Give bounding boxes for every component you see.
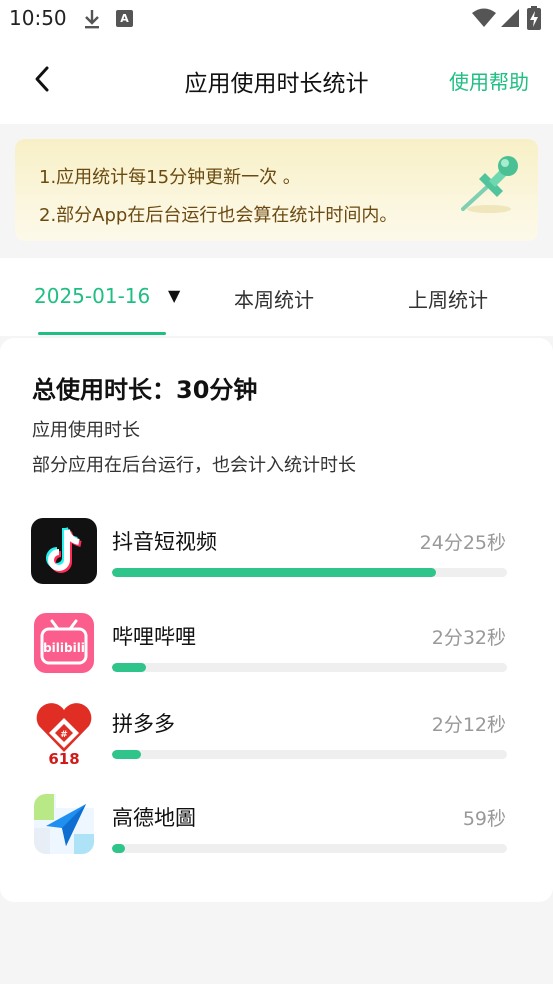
app-duration: 24分25秒 (419, 532, 506, 554)
tab-last-week[interactable]: 上周统计 (408, 284, 488, 313)
usage-bar-fill (112, 568, 436, 577)
title-bar: 应用使用时长统计 使用帮助 (0, 38, 553, 124)
app-duration: 59秒 (462, 808, 506, 830)
usage-bar-fill (112, 844, 126, 853)
total-usage: 总使用时长：30分钟 (32, 376, 258, 404)
notice-line-2: 2.部分App在后台运行也会算在统计时间内。 (39, 205, 398, 226)
svg-text:618: 618 (48, 750, 79, 766)
app-name: 哔哩哔哩 (112, 625, 196, 649)
pushpin-icon (461, 156, 518, 213)
battery-charging-icon (527, 6, 541, 30)
bilibili-icon: bilibili (34, 613, 94, 673)
a-badge-icon: A (116, 10, 133, 27)
app-duration: 2分32秒 (431, 627, 506, 649)
tab-date[interactable]: 2025-01-16 (34, 284, 150, 308)
app-duration: 2分12秒 (431, 714, 506, 736)
dropdown-caret-icon[interactable]: ▼ (168, 286, 180, 305)
app-name: 抖音短视频 (112, 530, 217, 554)
signal-icon (501, 9, 519, 27)
notice-banner: 1.应用统计每15分钟更新一次 。 2.部分App在后台运行也会算在统计时间内。 (15, 139, 538, 241)
section-subtitle: 应用使用时长 (32, 420, 140, 441)
svg-text:bilibili: bilibili (43, 641, 85, 655)
usage-bar (112, 750, 507, 759)
wifi-icon (472, 8, 496, 27)
notice-line-1: 1.应用统计每15分钟更新一次 。 (39, 167, 301, 188)
app-row-amap[interactable]: 高德地圖 59秒 (0, 794, 553, 874)
douyin-icon (31, 518, 97, 584)
app-name: 高德地圖 (112, 806, 196, 830)
usage-bar-fill (112, 663, 146, 672)
tab-bar: 2025-01-16 ▼ 本周统计 上周统计 (0, 258, 553, 336)
usage-bar-fill (112, 750, 141, 759)
usage-bar (112, 568, 507, 577)
usage-bar (112, 663, 507, 672)
amap-icon (34, 794, 94, 854)
app-name: 拼多多 (112, 712, 175, 736)
tab-this-week[interactable]: 本周统计 (234, 284, 314, 313)
pinduoduo-icon: # 618 (31, 700, 97, 766)
app-row-pinduoduo[interactable]: # 618 拼多多 2分12秒 (0, 700, 553, 780)
usage-bar (112, 844, 507, 853)
app-row-douyin[interactable]: 抖音短视频 24分25秒 (0, 518, 553, 598)
usage-card: 总使用时长：30分钟 应用使用时长 部分应用在后台运行，也会计入统计时长 抖音短… (0, 338, 553, 902)
status-bar: 10:50 A (0, 0, 553, 38)
svg-text:#: # (60, 730, 68, 740)
download-icon (85, 10, 99, 29)
status-time: 10:50 (9, 6, 67, 30)
background-note: 部分应用在后台运行，也会计入统计时长 (32, 455, 356, 476)
help-link[interactable]: 使用帮助 (449, 66, 529, 95)
active-tab-indicator (38, 332, 166, 335)
app-row-bilibili[interactable]: bilibili 哔哩哔哩 2分32秒 (0, 613, 553, 693)
